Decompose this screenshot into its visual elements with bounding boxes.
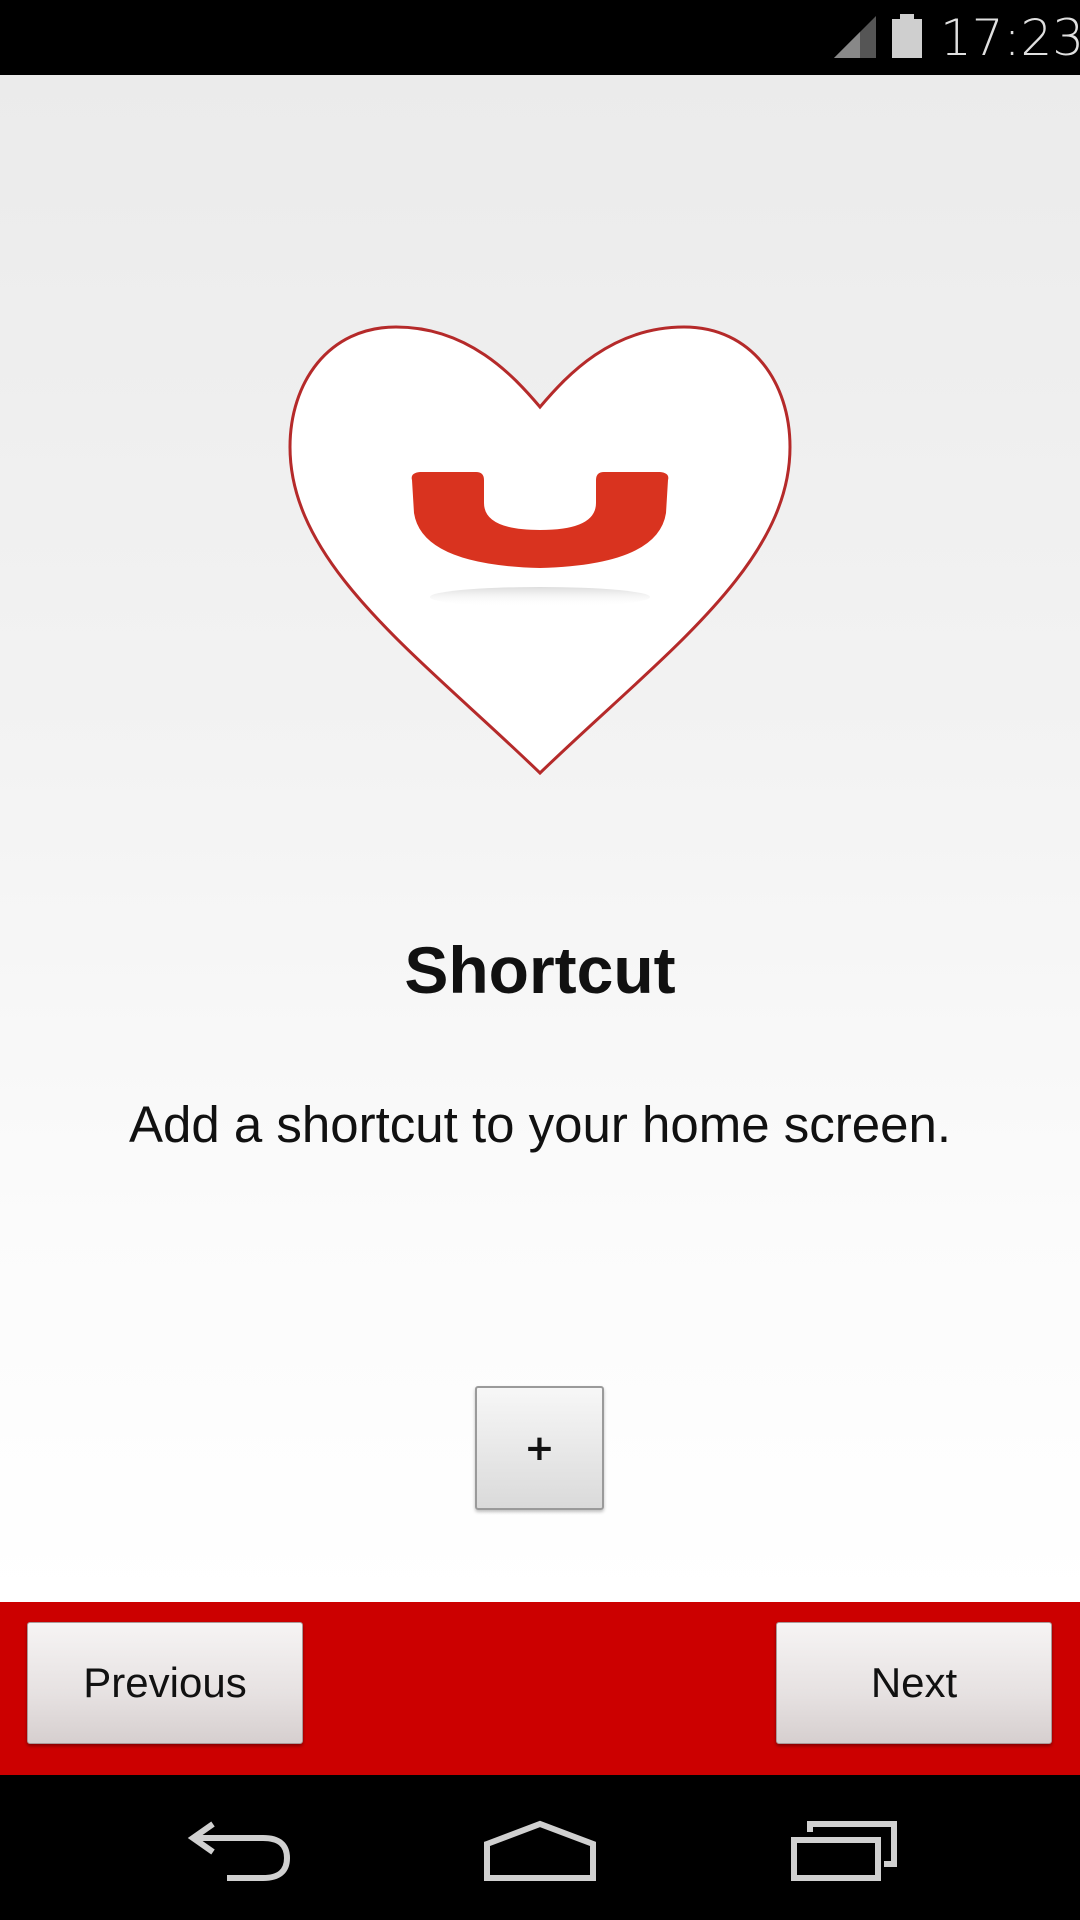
add-shortcut-button[interactable]: + bbox=[475, 1386, 604, 1510]
footer-bar: Previous Next bbox=[0, 1602, 1080, 1775]
onboarding-content: Shortcut Add a shortcut to your home scr… bbox=[0, 75, 1080, 1663]
battery-icon bbox=[892, 14, 922, 58]
previous-button[interactable]: Previous bbox=[27, 1622, 303, 1744]
status-clock: 17:23 bbox=[940, 9, 1080, 67]
page-title: Shortcut bbox=[404, 933, 676, 1007]
status-bar: 17:23 bbox=[0, 0, 1080, 75]
next-button[interactable]: Next bbox=[776, 1622, 1052, 1744]
home-icon[interactable] bbox=[483, 1820, 597, 1882]
recents-icon[interactable] bbox=[790, 1820, 898, 1882]
heart-phone-logo-icon bbox=[288, 325, 792, 776]
system-nav-bar bbox=[0, 1775, 1080, 1920]
cell-signal-icon bbox=[834, 16, 876, 58]
page-description: Add a shortcut to your home screen. bbox=[128, 1096, 952, 1153]
back-icon[interactable] bbox=[185, 1820, 295, 1882]
